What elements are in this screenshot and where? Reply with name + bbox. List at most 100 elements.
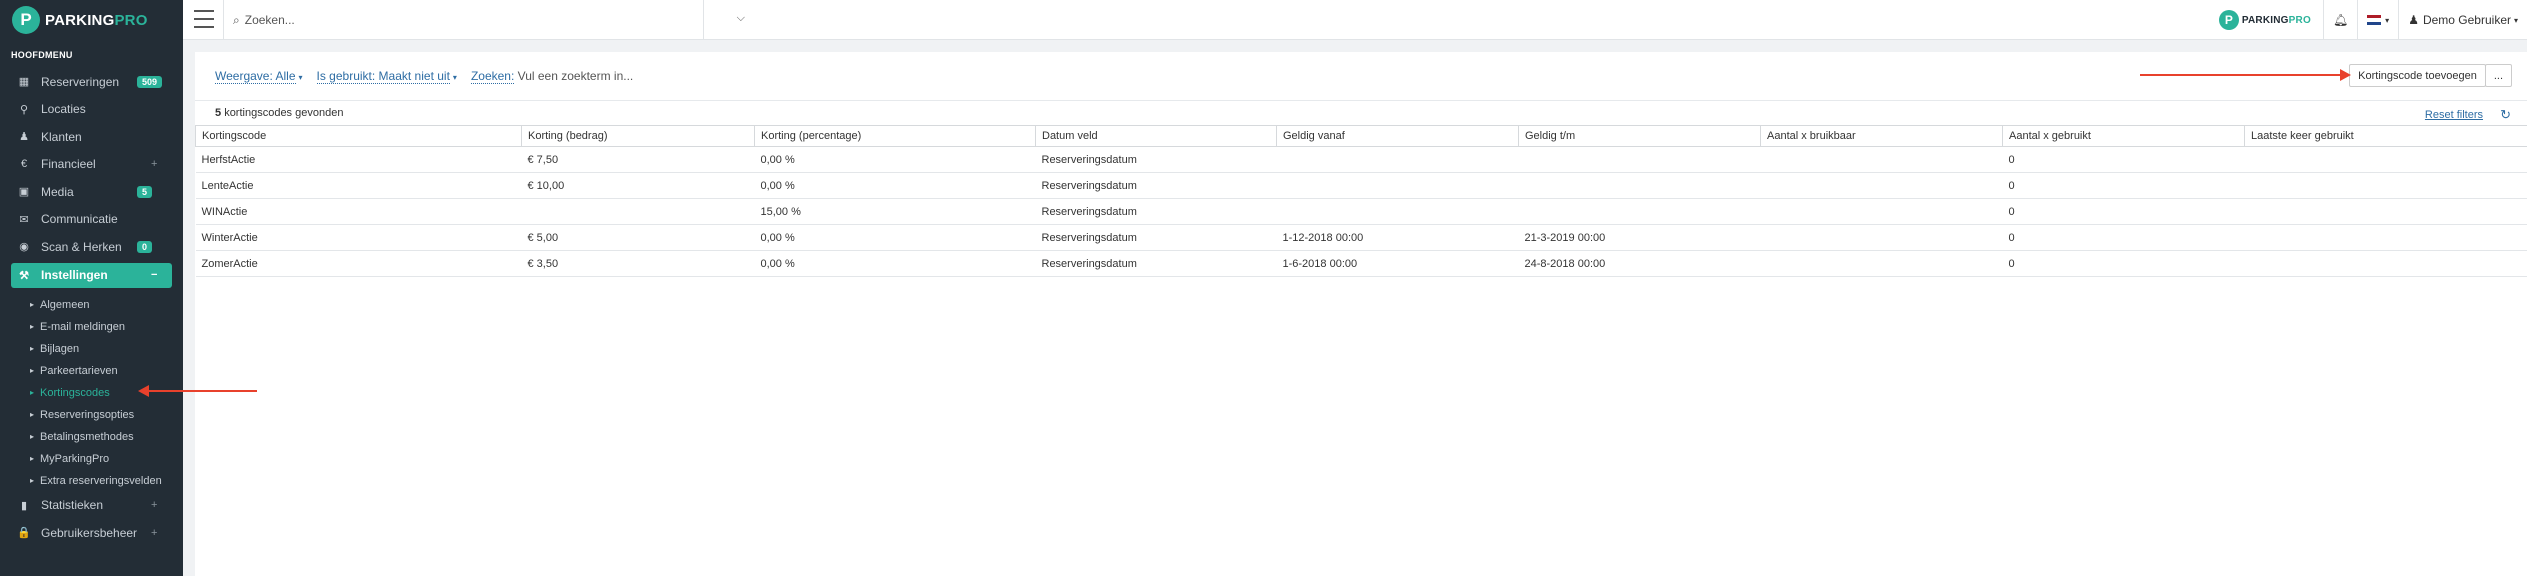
filter-value[interactable]: Vul een zoekterm in... [518,69,634,83]
sidebar-item-media[interactable]: ▣ Media 5 [0,178,183,206]
annotation-arrow [138,385,257,397]
table-row[interactable]: ZomerActie € 3,50 0,00 % Reserveringsdatum 1… [195,250,2527,277]
caret-down-icon: ▾ [2385,15,2390,25]
table-cell: 1-12-2018 00:00 [1276,224,1519,251]
bottom-menu: ▮ Statistieken + 🔒 Gebruikersbeheer + [0,492,183,547]
table-cell [1760,146,2003,173]
submenu-item-label: Betalingsmethodes [40,430,134,443]
hamburger-menu-icon[interactable] [194,10,214,28]
submenu-item-betalingsmethodes[interactable]: ▸ Betalingsmethodes [0,426,183,448]
divider [223,0,224,40]
column-header-korting-percentage[interactable]: Korting (percentage) [754,125,1036,147]
caret-right-icon: ▸ [30,476,35,485]
language-selector[interactable]: ▾ [2357,0,2398,40]
sidebar-item-reserveringen[interactable]: ▦ Reserveringen 509 [0,68,183,96]
expand-icon: + [151,526,158,539]
submenu-item-label: Parkeertarieven [40,364,118,377]
table-header: Kortingscode Korting (bedrag) Korting (per… [195,125,2527,147]
column-header-korting-bedrag[interactable]: Korting (bedrag) [521,125,755,147]
camera-icon: ◉ [19,241,29,254]
sidebar-item-label: Instellingen [41,268,108,282]
table-cell: € 5,00 [521,224,755,251]
table-cell: 0,00 % [754,224,1036,251]
notifications-bell-icon[interactable]: 🔔︎ [2322,0,2357,40]
table-cell: Reserveringsdatum [1035,250,1277,277]
table-cell: Reserveringsdatum [1035,146,1277,173]
table-cell [1518,172,1761,199]
table-cell [2244,250,2527,277]
caret-right-icon: ▸ [30,410,35,419]
topbar: ⌕ ⌵ P PARKINGPRO 🔔︎ ▾ ♟ Demo Gebruiker ▾ [183,0,2527,40]
table-cell [1760,198,2003,225]
sidebar-item-scan-herken[interactable]: ◉ Scan & Herken 0 [0,233,183,261]
user-menu[interactable]: ♟ Demo Gebruiker ▾ [2398,0,2527,40]
sidebar-item-statistieken[interactable]: ▮ Statistieken + [0,492,183,520]
logo[interactable]: P PARKINGPRO [0,0,183,40]
submenu-item-label: Extra reserveringsvelden [40,474,162,487]
table-row[interactable]: HerfstActie € 7,50 0,00 % Reserveringsdatum… [195,146,2527,173]
count-badge: 509 [137,75,163,88]
sidebar-item-communicatie[interactable]: ✉ Communicatie [0,206,183,234]
submenu-item-bijlagen[interactable]: ▸ Bijlagen [0,338,183,360]
column-header-aantal-x-bruikbaar[interactable]: Aantal x bruikbaar [1760,125,2003,147]
column-header-laatste-keer-gebruikt[interactable]: Laatste keer gebruikt [2244,125,2527,147]
submenu-item-parkeertarieven[interactable]: ▸ Parkeertarieven [0,360,183,382]
column-header-geldig-t-m[interactable]: Geldig t/m [1518,125,1761,147]
column-header-kortingscode[interactable]: Kortingscode [195,125,522,147]
caret-down-icon: ▾ [298,73,303,82]
discount-codes-table: Kortingscode Korting (bedrag) Korting (per… [195,125,2527,277]
column-header-geldig-vanaf[interactable]: Geldig vanaf [1276,125,1519,147]
table-row[interactable]: WinterActie € 5,00 0,00 % Reserveringsdatum… [195,224,2527,251]
column-header-aantal-x-gebruikt[interactable]: Aantal x gebruikt [2002,125,2245,147]
user-name: Demo Gebruiker [2422,13,2511,27]
caret-right-icon: ▸ [30,366,35,375]
column-header-datum-veld[interactable]: Datum veld [1035,125,1277,147]
search-input[interactable] [244,13,685,27]
submenu-item-extra-reserveringsvelden[interactable]: ▸ Extra reserveringsvelden [0,470,183,492]
submenu-item-reserveringsopties[interactable]: ▸ Reserveringsopties [0,404,183,426]
sidebar-item-label: Communicatie [41,212,118,227]
filter-1[interactable]: Weergave: Alle ▾ [215,69,303,84]
filter-label[interactable]: Weergave: Alle [215,69,296,84]
filter-2[interactable]: Is gebruikt: Maakt niet uit ▾ [316,69,457,84]
filter-label[interactable]: Is gebruikt: Maakt niet uit [316,69,450,84]
submenu-item-myparkingpro[interactable]: ▸ MyParkingPro [0,448,183,470]
sidebar-item-financieel[interactable]: € Financieel + [0,151,183,179]
submenu-item-label: Algemeen [40,298,90,311]
table-cell [1518,198,1761,225]
submenu-item-algemeen[interactable]: ▸ Algemeen [0,294,183,316]
refresh-icon[interactable]: ↻ [2500,107,2511,123]
user-icon: ♟ [19,131,29,144]
search-icon: ⌕ [233,12,240,27]
expand-icon: + [151,158,158,171]
table-cell [1760,224,2003,251]
search-bar[interactable]: ⌕ ⌵ [233,0,753,40]
filter-3[interactable]: Zoeken: Vul een zoekterm in... [470,69,634,84]
caret-right-icon: ▸ [30,454,35,463]
caret-right-icon: ▸ [30,322,35,331]
submenu-item-kortingscodes[interactable]: ▸ Kortingscodes [0,382,183,404]
sidebar-item-klanten[interactable]: ♟ Klanten [0,123,183,151]
caret-right-icon: ▸ [30,300,35,309]
filter-label[interactable]: Zoeken: [470,69,515,84]
submenu-item-label: Bijlagen [40,342,80,355]
table-row[interactable]: WINActie 15,00 % Reserveringsdatum 0 [195,198,2527,225]
add-discount-code-button[interactable]: Kortingscode toevoegen [2349,64,2486,87]
sidebar-item-instellingen[interactable]: ⚒ Instellingen − [11,262,172,288]
submenu-item-e-mail-meldingen[interactable]: ▸ E-mail meldingen [0,316,183,338]
sidebar-item-gebruikersbeheer[interactable]: 🔒 Gebruikersbeheer + [0,519,183,547]
table-cell: € 3,50 [521,250,755,277]
reset-filters-link[interactable]: Reset filters [2425,109,2483,121]
wrench-icon: ⚒ [19,269,29,282]
annotation-arrow [2140,69,2351,81]
table-cell: LenteActie [195,172,522,199]
table-cell [1276,172,1519,199]
table-row[interactable]: LenteActie € 10,00 0,00 % Reserveringsdatum… [195,172,2527,199]
table-cell: 0 [2002,172,2245,199]
table-cell: 0 [2002,250,2245,277]
table-cell [1760,250,2003,277]
topbar-right: P PARKINGPRO 🔔︎ ▾ ♟ Demo Gebruiker ▾ [2209,0,2527,40]
more-options-button[interactable]: ... [2484,64,2512,87]
sidebar-item-locaties[interactable]: ⚲ Locaties [0,96,183,124]
chevron-down-icon[interactable]: ⌵ [737,12,745,25]
